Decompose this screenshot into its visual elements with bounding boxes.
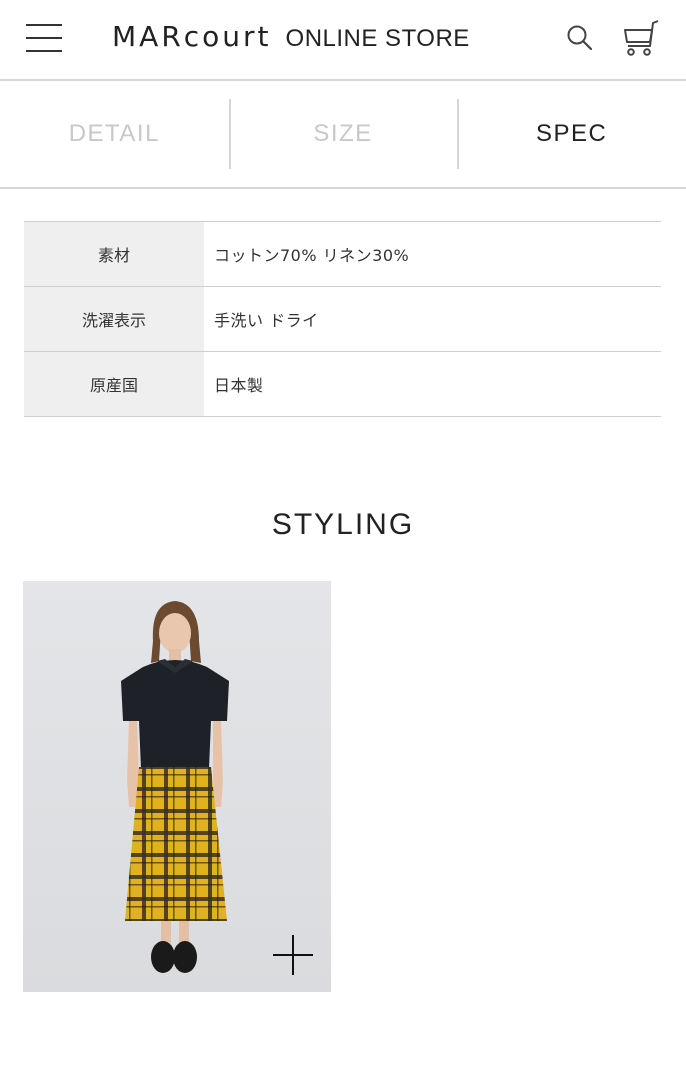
tab-spec[interactable]: SPEC [457, 81, 686, 187]
styling-photo [23, 581, 331, 992]
spec-value: コットン70% リネン30% [214, 246, 410, 265]
spec-table: 素材 コットン70% リネン30% 洗濯表示 手洗い ドライ 原産国 日本製 [24, 221, 661, 417]
spec-label: 素材 [24, 222, 204, 286]
site-header: MARcourt ONLINE STORE [0, 0, 686, 81]
plus-icon[interactable] [273, 935, 313, 975]
tab-divider [229, 99, 231, 169]
product-tabs: DETAIL SIZE SPEC [0, 81, 686, 189]
store-logo[interactable]: MARcourt ONLINE STORE [112, 20, 470, 60]
spec-value: 手洗い ドライ [214, 311, 319, 330]
spec-row-origin: 原産国 日本製 [24, 352, 661, 417]
spec-label: 洗濯表示 [24, 287, 204, 351]
cart-icon[interactable] [620, 18, 660, 58]
logo-store: ONLINE STORE [285, 25, 470, 52]
spec-row-material: 素材 コットン70% リネン30% [24, 222, 661, 287]
logo-brand: MARcourt [112, 20, 272, 53]
spec-row-care: 洗濯表示 手洗い ドライ [24, 287, 661, 352]
tab-size[interactable]: SIZE [229, 81, 458, 187]
styling-heading: STYLING [271, 508, 415, 541]
search-icon[interactable] [566, 24, 594, 52]
tab-detail[interactable]: DETAIL [0, 81, 229, 187]
spec-value: 日本製 [214, 376, 264, 395]
styling-card[interactable] [23, 581, 331, 992]
spec-label: 原産国 [24, 352, 204, 416]
tab-divider [457, 99, 459, 169]
hamburger-menu-icon[interactable] [26, 22, 62, 54]
